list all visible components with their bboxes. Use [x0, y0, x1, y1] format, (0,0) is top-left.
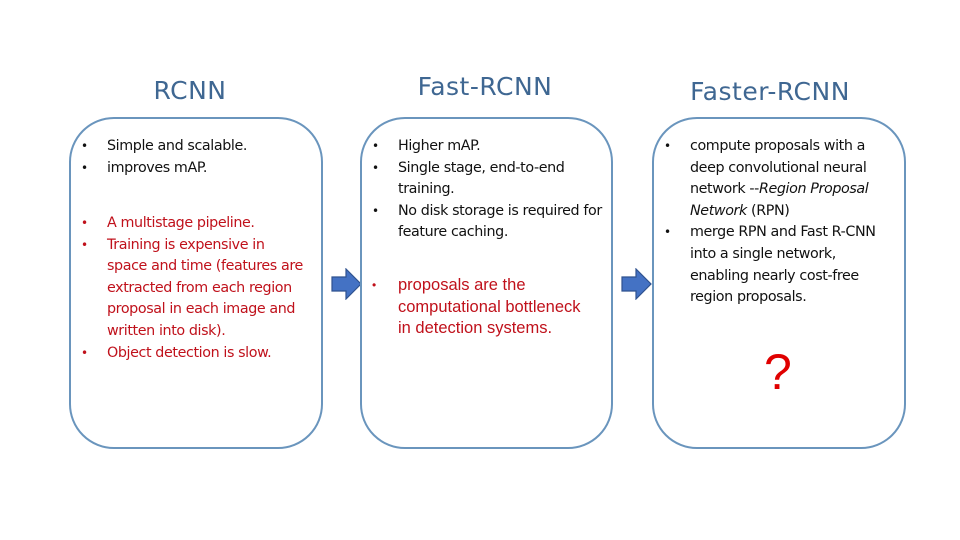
faster-rcnn-list: compute proposals with a deep convolutio…: [658, 136, 898, 309]
right-arrow-icon: [621, 268, 652, 300]
arrow-shape: [621, 268, 652, 300]
right-arrow-icon: [331, 268, 362, 300]
fast-rcnn-pros-list: Higher mAP. Single stage, end-to-end tra…: [366, 136, 606, 244]
list-item: Single stage, end-to-end training.: [366, 158, 606, 201]
fast-rcnn-box: Higher mAP. Single stage, end-to-end tra…: [360, 117, 613, 449]
rcnn-box: Simple and scalable. improves mAP. A mul…: [69, 117, 323, 449]
faster-rcnn-box: compute proposals with a deep convolutio…: [652, 117, 906, 449]
list-item: Simple and scalable.: [75, 136, 315, 158]
question-mark: ?: [764, 344, 792, 400]
list-item: Higher mAP.: [366, 136, 606, 158]
list-item: Object detection is slow.: [75, 343, 305, 365]
list-item: Training is expensive in space and time …: [75, 235, 305, 343]
rpn-text-post: (RPN): [746, 202, 790, 219]
rcnn-cons-list: A multistage pipeline. Training is expen…: [75, 213, 305, 364]
list-item: compute proposals with a deep convolutio…: [658, 136, 898, 222]
list-item: A multistage pipeline.: [75, 213, 305, 235]
list-item: improves mAP.: [75, 158, 315, 180]
rcnn-title: RCNN: [153, 76, 227, 105]
arrow-shape: [331, 268, 362, 300]
list-item: proposals are the computational bottlene…: [366, 275, 596, 340]
fast-rcnn-title: Fast-RCNN: [417, 72, 553, 101]
fast-rcnn-cons-list: proposals are the computational bottlene…: [366, 275, 596, 340]
rcnn-pros-list: Simple and scalable. improves mAP.: [75, 136, 315, 179]
list-item: merge RPN and Fast R-CNN into a single n…: [658, 222, 898, 308]
faster-rcnn-title: Faster-RCNN: [690, 77, 850, 106]
list-item: No disk storage is required for feature …: [366, 201, 606, 244]
